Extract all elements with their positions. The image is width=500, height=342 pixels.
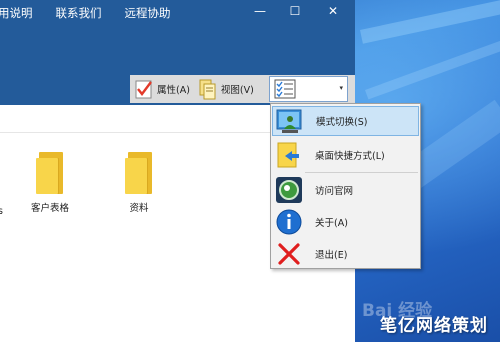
context-menu: 模式切换(S) 桌面快捷方式(L) 访问官网 关于(A) 退出(E) — [270, 103, 421, 269]
minimize-button[interactable]: — — [245, 0, 275, 22]
chevron-down-icon: ▾ — [339, 84, 343, 92]
menu-item-label: 访问官网 — [315, 186, 354, 197]
maximize-button[interactable]: ☐ — [280, 0, 310, 22]
menu-item-mode-switch[interactable]: 模式切换(S) — [272, 106, 419, 136]
folder-item[interactable]: 资料 — [109, 152, 169, 214]
menu-item-about[interactable]: 关于(A) — [272, 207, 419, 237]
website-icon — [275, 176, 303, 204]
view-button[interactable]: 视图(V) — [194, 75, 258, 103]
folder-item[interactable]: 客户表格 — [20, 152, 80, 214]
menu-item-label: 桌面快捷方式(L) — [315, 151, 385, 162]
shortcut-icon — [275, 141, 303, 169]
folder-label: 客户表格 — [30, 203, 69, 214]
properties-label: 属性(A) — [157, 85, 190, 96]
menu-remote-assist[interactable]: 远程协助 — [125, 5, 171, 21]
folder-label: 资料 — [129, 203, 149, 214]
menu-item-label: 模式切换(S) — [316, 117, 368, 128]
view-icon — [198, 78, 218, 100]
list-check-icon — [274, 79, 296, 99]
menu-item-website[interactable]: 访问官网 — [272, 175, 419, 205]
site-watermark: 笔亿网络策划 — [380, 316, 488, 336]
close-button[interactable]: ✕ — [318, 0, 348, 22]
menu-item-desktop-shortcut[interactable]: 桌面快捷方式(L) — [272, 140, 419, 170]
properties-button[interactable]: 属性(A) — [130, 75, 194, 103]
title-bar: 用说明 联系我们 远程协助 — ☐ ✕ — [0, 0, 355, 26]
light-beam — [360, 0, 500, 44]
exit-icon — [275, 240, 303, 268]
menu-contact[interactable]: 联系我们 — [56, 5, 102, 21]
light-beam — [365, 35, 500, 100]
view-label: 视图(V) — [220, 85, 254, 96]
folder-icon — [125, 152, 153, 194]
menu-help[interactable]: 用说明 — [0, 5, 33, 21]
mode-switch-icon — [276, 107, 304, 135]
info-icon — [275, 208, 303, 236]
folder-icon — [36, 152, 64, 194]
menu-bar: 用说明 联系我们 远程协助 — [0, 0, 194, 26]
properties-icon — [134, 78, 154, 100]
mode-dropdown[interactable]: ▾ — [269, 76, 348, 102]
menu-item-exit[interactable]: 退出(E) — [272, 239, 419, 269]
menu-separator — [305, 172, 418, 173]
menu-item-label: 关于(A) — [315, 218, 348, 229]
menu-item-label: 退出(E) — [315, 250, 348, 261]
partial-file-label: s — [0, 206, 3, 217]
